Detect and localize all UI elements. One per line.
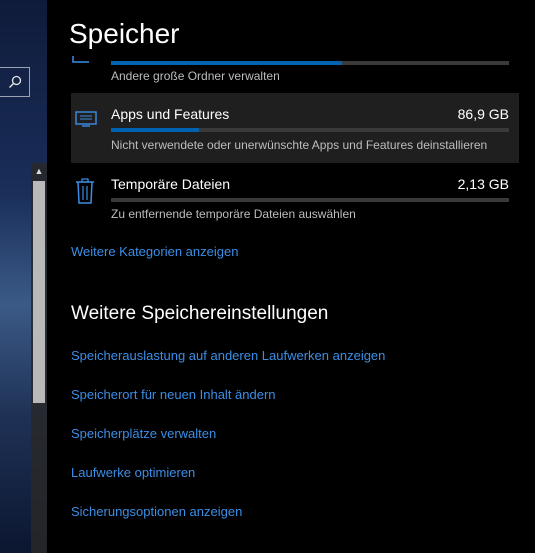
- storage-page: Speicher Andere große Ordner verwalten A…: [47, 0, 535, 553]
- category-size: 2,13 GB: [457, 176, 509, 192]
- left-pane: ▲: [0, 0, 47, 553]
- link-backup-options[interactable]: Sicherungsoptionen anzeigen: [71, 504, 242, 519]
- link-change-save-location[interactable]: Speicherort für neuen Inhalt ändern: [71, 387, 276, 402]
- usage-bar-fill: [111, 128, 199, 132]
- search-icon: [8, 75, 21, 88]
- folder-icon: [72, 56, 89, 63]
- category-description: Zu entfernende temporäre Dateien auswähl…: [111, 207, 356, 221]
- section-title: Weitere Speichereinstellungen: [71, 303, 329, 324]
- usage-bar: [111, 61, 509, 65]
- link-manage-storage-spaces[interactable]: Speicherplätze verwalten: [71, 426, 216, 441]
- category-label: Apps und Features: [111, 106, 230, 122]
- scrollbar-thumb[interactable]: [33, 181, 45, 403]
- category-size: 86,9 GB: [457, 106, 509, 122]
- usage-bar: [111, 128, 509, 132]
- category-description: Nicht verwendete oder unerwünschte Apps …: [111, 138, 488, 152]
- category-label: Temporäre Dateien: [111, 176, 231, 192]
- apps-icon: [75, 111, 97, 127]
- more-categories-link[interactable]: Weitere Kategorien anzeigen: [71, 244, 238, 259]
- page-title: Speicher: [69, 18, 180, 49]
- scrollbar[interactable]: ▲: [31, 163, 47, 553]
- link-optimize-drives[interactable]: Laufwerke optimieren: [71, 465, 195, 480]
- usage-bar: [111, 198, 509, 202]
- trash-icon: [76, 178, 94, 204]
- category-apps-features[interactable]: Apps und Features 86,9 GB Nicht verwende…: [71, 93, 519, 163]
- search-button[interactable]: [0, 67, 30, 97]
- category-temp-files[interactable]: Temporäre Dateien 2,13 GB Zu entfernende…: [71, 172, 519, 232]
- scroll-up-icon[interactable]: ▲: [31, 163, 47, 179]
- category-description: Andere große Ordner verwalten: [111, 69, 280, 83]
- category-other-folders[interactable]: Andere große Ordner verwalten: [71, 56, 519, 86]
- usage-bar-fill: [111, 61, 342, 65]
- link-other-drives-usage[interactable]: Speicherauslastung auf anderen Laufwerke…: [71, 348, 385, 363]
